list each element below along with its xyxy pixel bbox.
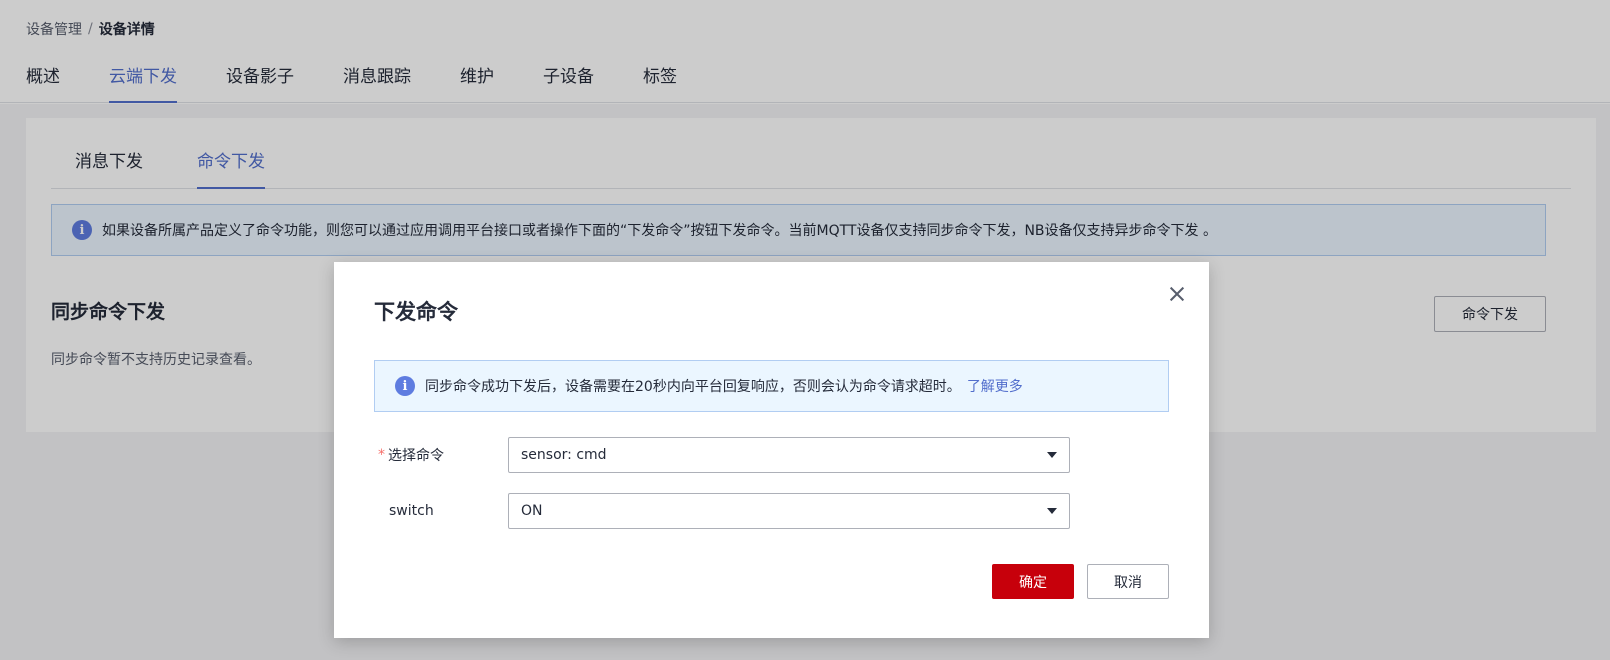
caret-down-icon (1047, 508, 1057, 514)
command-field-label: * 选择命令 (374, 445, 508, 465)
learn-more-link[interactable]: 了解更多 (967, 376, 1023, 396)
switch-field-row: switch ON (374, 493, 1169, 529)
switch-select-value: ON (521, 503, 543, 519)
caret-down-icon (1047, 452, 1057, 458)
dialog-title: 下发命令 (374, 300, 458, 324)
device-details-page: 设备管理 / 设备详情 概述 云端下发 设备影子 消息跟踪 维护 子设备 标签 … (0, 0, 1610, 660)
switch-field-label: switch (374, 503, 508, 519)
close-icon[interactable] (1167, 284, 1187, 304)
send-command-dialog: 下发命令 i 同步命令成功下发后，设备需要在20秒内向平台回复响应，否则会认为命… (334, 262, 1209, 638)
command-select-value: sensor: cmd (521, 447, 607, 463)
dialog-info-banner: i 同步命令成功下发后，设备需要在20秒内向平台回复响应，否则会认为命令请求超时… (374, 360, 1169, 412)
command-field-row: * 选择命令 sensor: cmd (374, 437, 1169, 473)
required-marker: * (378, 447, 385, 463)
switch-label-text: switch (389, 503, 434, 519)
info-icon: i (395, 376, 415, 396)
cancel-button[interactable]: 取消 (1087, 564, 1169, 599)
switch-select[interactable]: ON (508, 493, 1070, 529)
confirm-button[interactable]: 确定 (992, 564, 1074, 599)
command-select[interactable]: sensor: cmd (508, 437, 1070, 473)
dialog-info-text: 同步命令成功下发后，设备需要在20秒内向平台回复响应，否则会认为命令请求超时。 (425, 379, 961, 395)
command-label-text: 选择命令 (388, 448, 444, 464)
